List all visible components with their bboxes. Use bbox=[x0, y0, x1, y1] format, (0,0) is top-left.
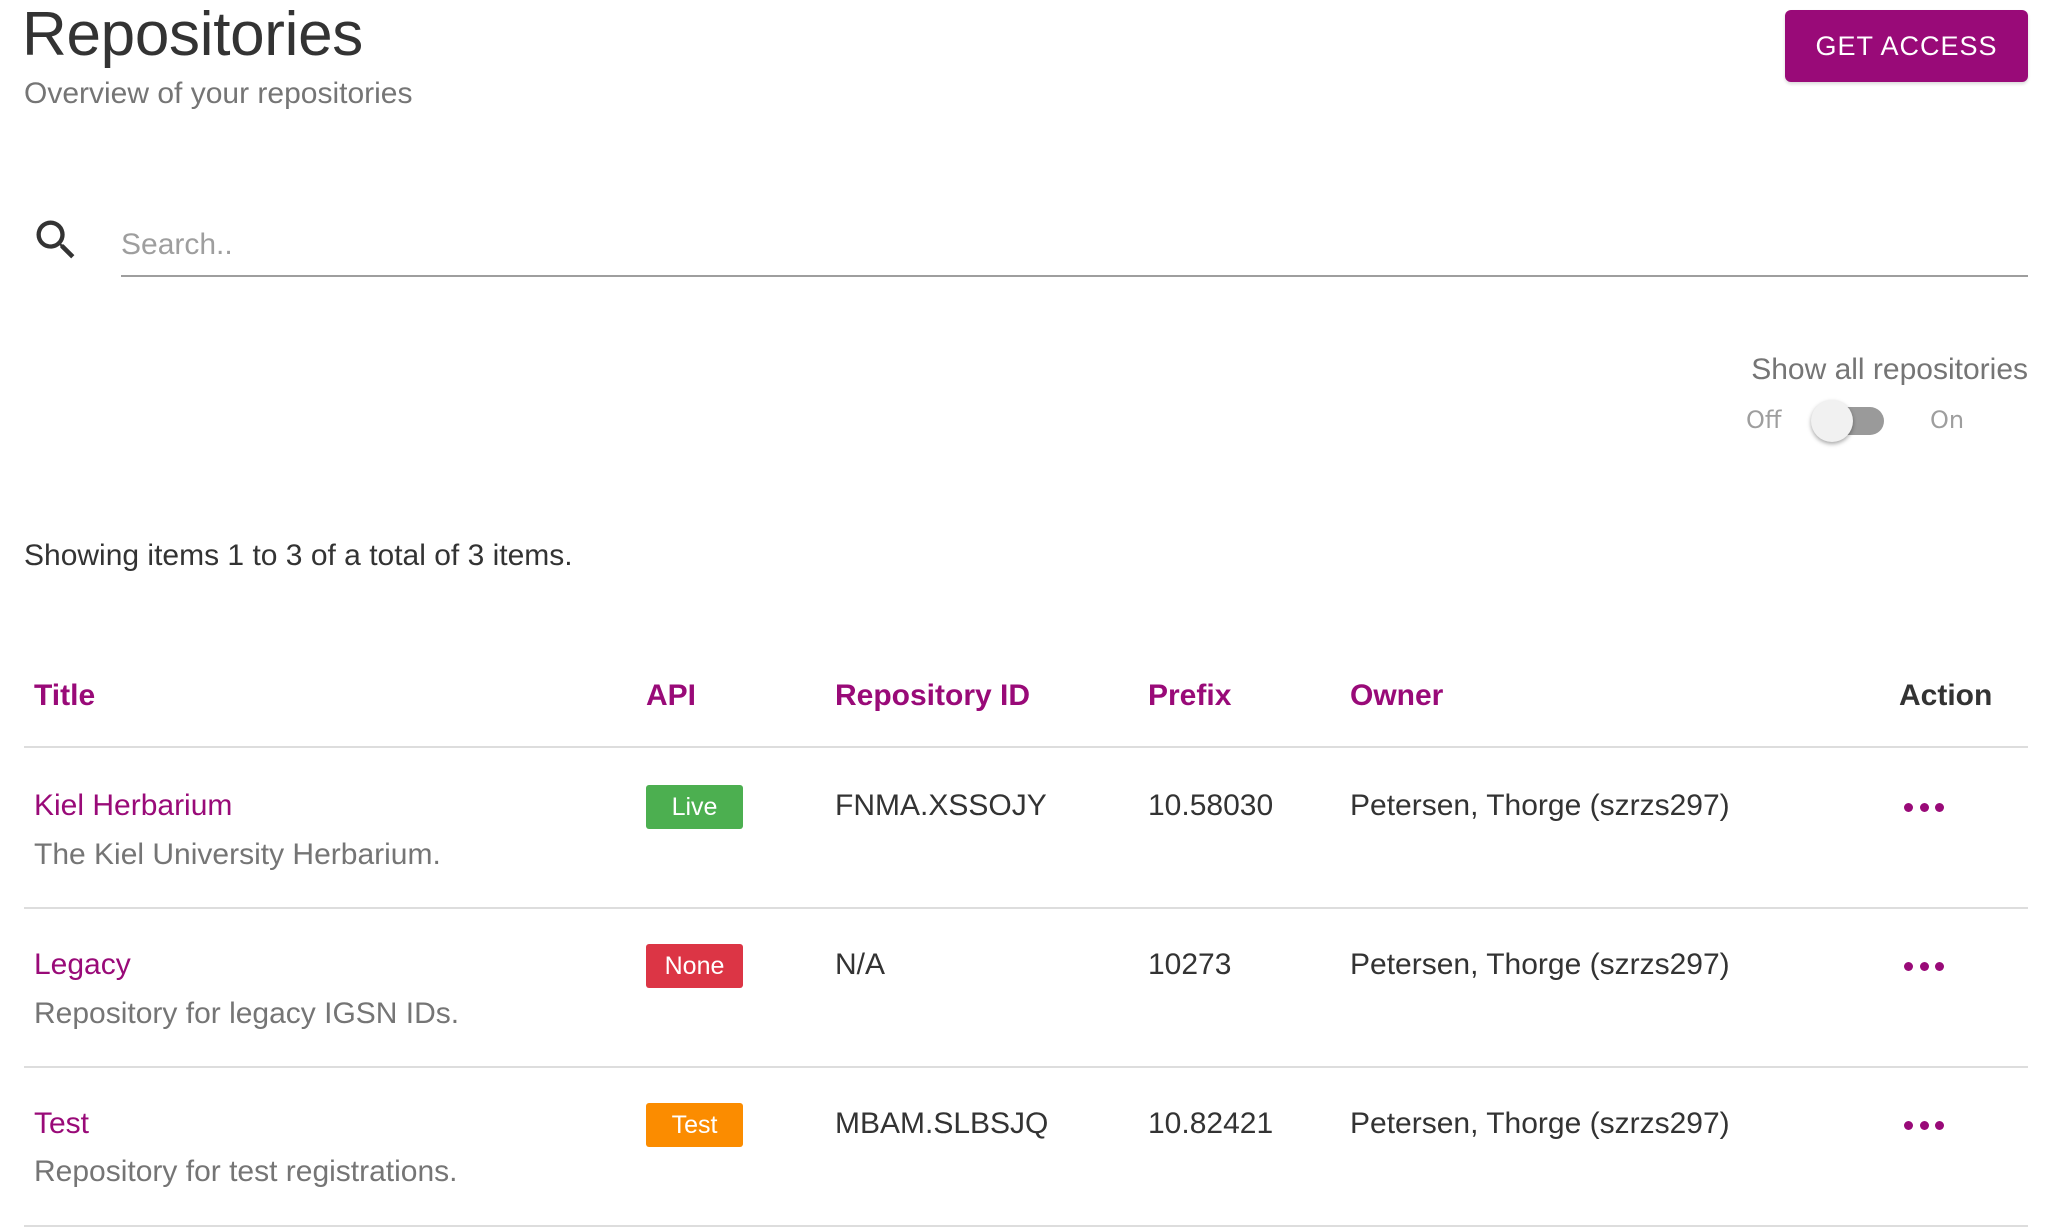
more-horizontal-icon[interactable] bbox=[1904, 1113, 1944, 1137]
search-input[interactable] bbox=[121, 215, 2028, 277]
more-horizontal-icon[interactable] bbox=[1904, 954, 1944, 978]
repository-prefix: 10273 bbox=[1148, 948, 1232, 981]
repository-owner: Petersen, Thorge (szrzs297) bbox=[1350, 1107, 1730, 1140]
api-status-badge: Live bbox=[646, 785, 743, 829]
items-summary: Showing items 1 to 3 of a total of 3 ite… bbox=[24, 539, 573, 572]
get-access-button[interactable]: GET ACCESS bbox=[1785, 10, 2028, 82]
column-header-title[interactable]: Title bbox=[34, 676, 95, 716]
show-all-repositories-label: Show all repositories bbox=[1751, 353, 2028, 386]
repository-description: Repository for legacy IGSN IDs. bbox=[34, 997, 460, 1030]
api-status-badge: None bbox=[646, 944, 743, 988]
repository-owner: Petersen, Thorge (szrzs297) bbox=[1350, 948, 1730, 981]
column-header-api[interactable]: API bbox=[646, 676, 696, 716]
repository-description: Repository for test registrations. bbox=[34, 1155, 458, 1188]
repository-title-link[interactable]: Test bbox=[34, 1104, 89, 1144]
column-header-repository-id[interactable]: Repository ID bbox=[835, 676, 1030, 716]
repository-id: N/A bbox=[835, 948, 886, 981]
show-all-toggle[interactable] bbox=[1811, 400, 1853, 442]
repository-prefix: 10.82421 bbox=[1148, 1107, 1274, 1140]
column-header-owner[interactable]: Owner bbox=[1350, 676, 1443, 716]
page-title: Repositories bbox=[22, 0, 364, 69]
repository-title-link[interactable]: Kiel Herbarium bbox=[34, 786, 232, 826]
repository-owner: Petersen, Thorge (szrzs297) bbox=[1350, 789, 1730, 822]
page-subtitle: Overview of your repositories bbox=[24, 77, 413, 110]
row-divider bbox=[24, 907, 2028, 909]
repository-prefix: 10.58030 bbox=[1148, 789, 1274, 822]
search-icon bbox=[30, 214, 82, 266]
row-divider bbox=[24, 1066, 2028, 1068]
repository-id: FNMA.XSSOJY bbox=[835, 789, 1047, 822]
repository-title-link[interactable]: Legacy bbox=[34, 945, 131, 985]
switch-on-label: On bbox=[1930, 406, 1965, 434]
more-horizontal-icon[interactable] bbox=[1904, 795, 1944, 819]
column-header-prefix[interactable]: Prefix bbox=[1148, 676, 1231, 716]
header-divider bbox=[24, 746, 2028, 748]
repository-id: MBAM.SLBSJQ bbox=[835, 1107, 1049, 1140]
repository-description: The Kiel University Herbarium. bbox=[34, 838, 441, 871]
switch-off-label: Off bbox=[1746, 406, 1782, 434]
api-status-badge: Test bbox=[646, 1103, 743, 1147]
column-header-action: Action bbox=[1899, 679, 1993, 712]
